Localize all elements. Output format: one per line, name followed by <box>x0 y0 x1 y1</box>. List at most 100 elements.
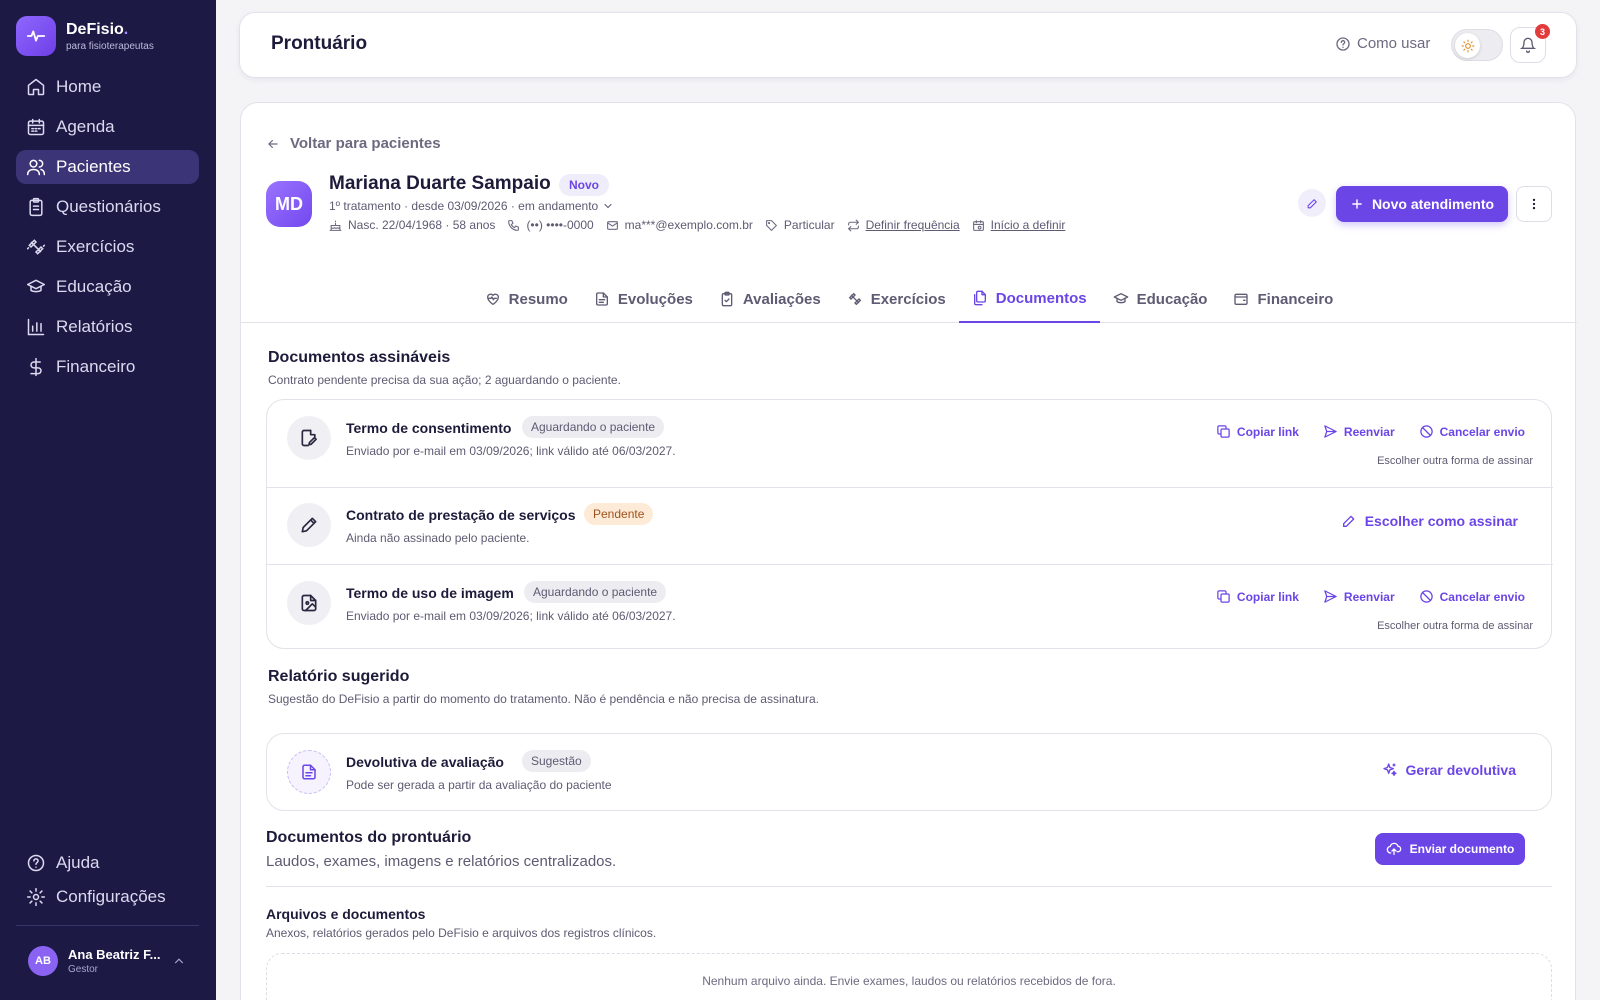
choose-sign-method-button[interactable]: Escolher como assinar <box>1341 513 1518 529</box>
doc-detail: Enviado por e-mail em 03/09/2026; link v… <box>346 444 676 458</box>
generate-feedback-button[interactable]: Gerar devolutiva <box>1382 762 1516 778</box>
tab-documentos[interactable]: Documentos <box>958 275 1100 323</box>
files-subtitle: Anexos, relatórios gerados pelo DeFisio … <box>266 926 657 940</box>
sidebar-item-relatorios[interactable]: Relatórios <box>16 310 199 344</box>
copy-link-button[interactable]: Copiar link <box>1216 589 1299 604</box>
ban-icon <box>1419 590 1433 603</box>
notifications-badge: 3 <box>1535 24 1550 39</box>
sun-icon <box>1455 33 1480 58</box>
theme-toggle[interactable] <box>1451 29 1503 61</box>
chevron-up-icon <box>174 958 184 964</box>
user-role: Gestor <box>68 964 99 975</box>
back-link[interactable]: Voltar para pacientes <box>266 135 441 152</box>
more-options-button[interactable] <box>1516 186 1552 222</box>
gear-icon <box>26 887 46 907</box>
patient-meta: Nasc. 22/04/1968 · 58 anos (••) ••••-000… <box>329 218 1077 232</box>
sidebar-item-educacao[interactable]: Educação <box>16 270 199 304</box>
new-appointment-button[interactable]: Novo atendimento <box>1336 186 1508 222</box>
send-icon <box>1324 590 1337 603</box>
resend-label: Reenviar <box>1343 424 1395 439</box>
app-name-dot: . <box>123 20 129 38</box>
sidebar-item-financeiro[interactable]: Financeiro <box>16 350 199 384</box>
alt-sign-link[interactable]: Escolher outra forma de assinar <box>1377 455 1533 467</box>
treatment-line: 1º tratamento · desde 03/09/2026 · em an… <box>329 199 599 213</box>
tag-icon <box>765 219 777 231</box>
sidebar-item-label: Financeiro <box>56 357 136 376</box>
files-icon <box>973 290 986 306</box>
chevron-down-icon <box>604 203 612 209</box>
sidebar-item-label: Pacientes <box>56 157 131 176</box>
users-icon <box>26 159 46 176</box>
sidebar-item-exercicios[interactable]: Exercícios <box>16 230 199 264</box>
doc-actions: Copiar link Reenviar Cancelar envio <box>1216 424 1525 439</box>
send-document-button[interactable]: Enviar documento <box>1375 833 1525 865</box>
pulse-icon <box>16 16 56 56</box>
sidebar-item-ajuda[interactable]: Ajuda <box>16 846 199 880</box>
sidebar-item-label: Configurações <box>56 887 166 906</box>
signable-doc-row: Termo de uso de imagem Aguardando o paci… <box>267 564 1553 650</box>
define-frequency-link[interactable]: Definir frequência <box>847 218 960 232</box>
dumbbell-icon <box>26 239 46 255</box>
resend-button[interactable]: Reenviar <box>1323 589 1395 604</box>
doc-status-badge: Pendente <box>584 503 654 525</box>
cancel-send-button[interactable]: Cancelar envio <box>1419 424 1525 439</box>
more-vertical-icon <box>1532 198 1536 210</box>
file-text-icon <box>287 750 331 794</box>
back-label: Voltar para pacientes <box>290 135 441 152</box>
sidebar-item-configuracoes[interactable]: Configurações <box>16 880 199 914</box>
sidebar-item-label: Exercícios <box>56 237 135 256</box>
tab-resumo[interactable]: Resumo <box>472 275 581 323</box>
files-title: Arquivos e documentos <box>266 906 426 922</box>
user-menu[interactable]: AB Ana Beatriz F... Gestor <box>28 946 184 976</box>
tab-evolucoes[interactable]: Evoluções <box>581 275 706 323</box>
copy-icon <box>1217 590 1230 603</box>
define-start-text: Início a definir <box>990 218 1066 232</box>
define-start-link[interactable]: Início a definir <box>972 218 1066 232</box>
files-dropzone[interactable]: Nenhum arquivo ainda. Envie exames, laud… <box>266 953 1552 1000</box>
tab-label: Resumo <box>508 290 568 308</box>
plus-icon <box>1352 199 1362 209</box>
tab-educacao[interactable]: Educação <box>1100 275 1221 323</box>
choose-sign-method-label: Escolher como assinar <box>1364 513 1518 529</box>
signable-title: Documentos assináveis <box>268 349 451 366</box>
sidebar-item-home[interactable]: Home <box>16 70 199 104</box>
copy-link-label: Copiar link <box>1236 424 1299 439</box>
sidebar-item-pacientes[interactable]: Pacientes <box>16 150 199 184</box>
main-panel: Voltar para pacientes MD Mariana Duarte … <box>240 102 1577 1000</box>
sidebar: DeFisio. para fisioterapeutas Home Agend… <box>0 0 216 1000</box>
sidebar-nav: Home Agenda Pacientes Questionários Exer… <box>16 70 199 390</box>
notifications-button[interactable]: 3 <box>1510 24 1550 63</box>
help-circle-icon <box>27 854 45 872</box>
clipboard-icon <box>29 197 43 217</box>
alt-sign-link[interactable]: Escolher outra forma de assinar <box>1377 620 1533 632</box>
tab-avaliacoes[interactable]: Avaliações <box>706 275 834 323</box>
tab-exercicios[interactable]: Exercícios <box>834 275 959 323</box>
edit-patient-button[interactable] <box>1298 189 1326 217</box>
suggested-doc-badge: Sugestão <box>522 750 591 772</box>
resend-label: Reenviar <box>1343 589 1395 604</box>
doc-title: Termo de uso de imagem <box>346 585 514 601</box>
sidebar-item-questionarios[interactable]: Questionários <box>16 190 199 224</box>
cancel-send-label: Cancelar envio <box>1439 589 1525 604</box>
copy-link-button[interactable]: Copiar link <box>1216 424 1299 439</box>
section-divider <box>266 886 1552 887</box>
tab-financeiro[interactable]: Financeiro <box>1220 275 1346 323</box>
doc-status-badge: Aguardando o paciente <box>524 581 667 603</box>
records-title: Documentos do prontuário <box>266 829 472 846</box>
treatment-selector[interactable]: 1º tratamento · desde 03/09/2026 · em an… <box>329 199 614 213</box>
doc-title: Contrato de prestação de serviços <box>346 507 576 523</box>
graduation-cap-icon <box>1113 293 1128 304</box>
cancel-send-button[interactable]: Cancelar envio <box>1419 589 1525 604</box>
patient-tabs: Resumo Evoluções Avaliações Exercícios D… <box>241 275 1577 323</box>
patient-avatar: MD <box>266 181 312 227</box>
tab-label: Evoluções <box>617 290 693 308</box>
sidebar-item-agenda[interactable]: Agenda <box>16 110 199 144</box>
user-name: Ana Beatriz F... <box>68 947 161 962</box>
resend-button[interactable]: Reenviar <box>1323 424 1395 439</box>
doc-detail: Enviado por e-mail em 03/09/2026; link v… <box>346 609 676 623</box>
suggested-subtitle: Sugestão do DeFisio a partir do momento … <box>268 692 819 706</box>
help-link[interactable]: Como usar <box>1335 35 1430 52</box>
sidebar-item-label: Agenda <box>56 117 115 136</box>
logo[interactable]: DeFisio. para fisioterapeutas <box>16 16 154 56</box>
patient-birth-text: Nasc. 22/04/1968 · 58 anos <box>348 218 496 232</box>
